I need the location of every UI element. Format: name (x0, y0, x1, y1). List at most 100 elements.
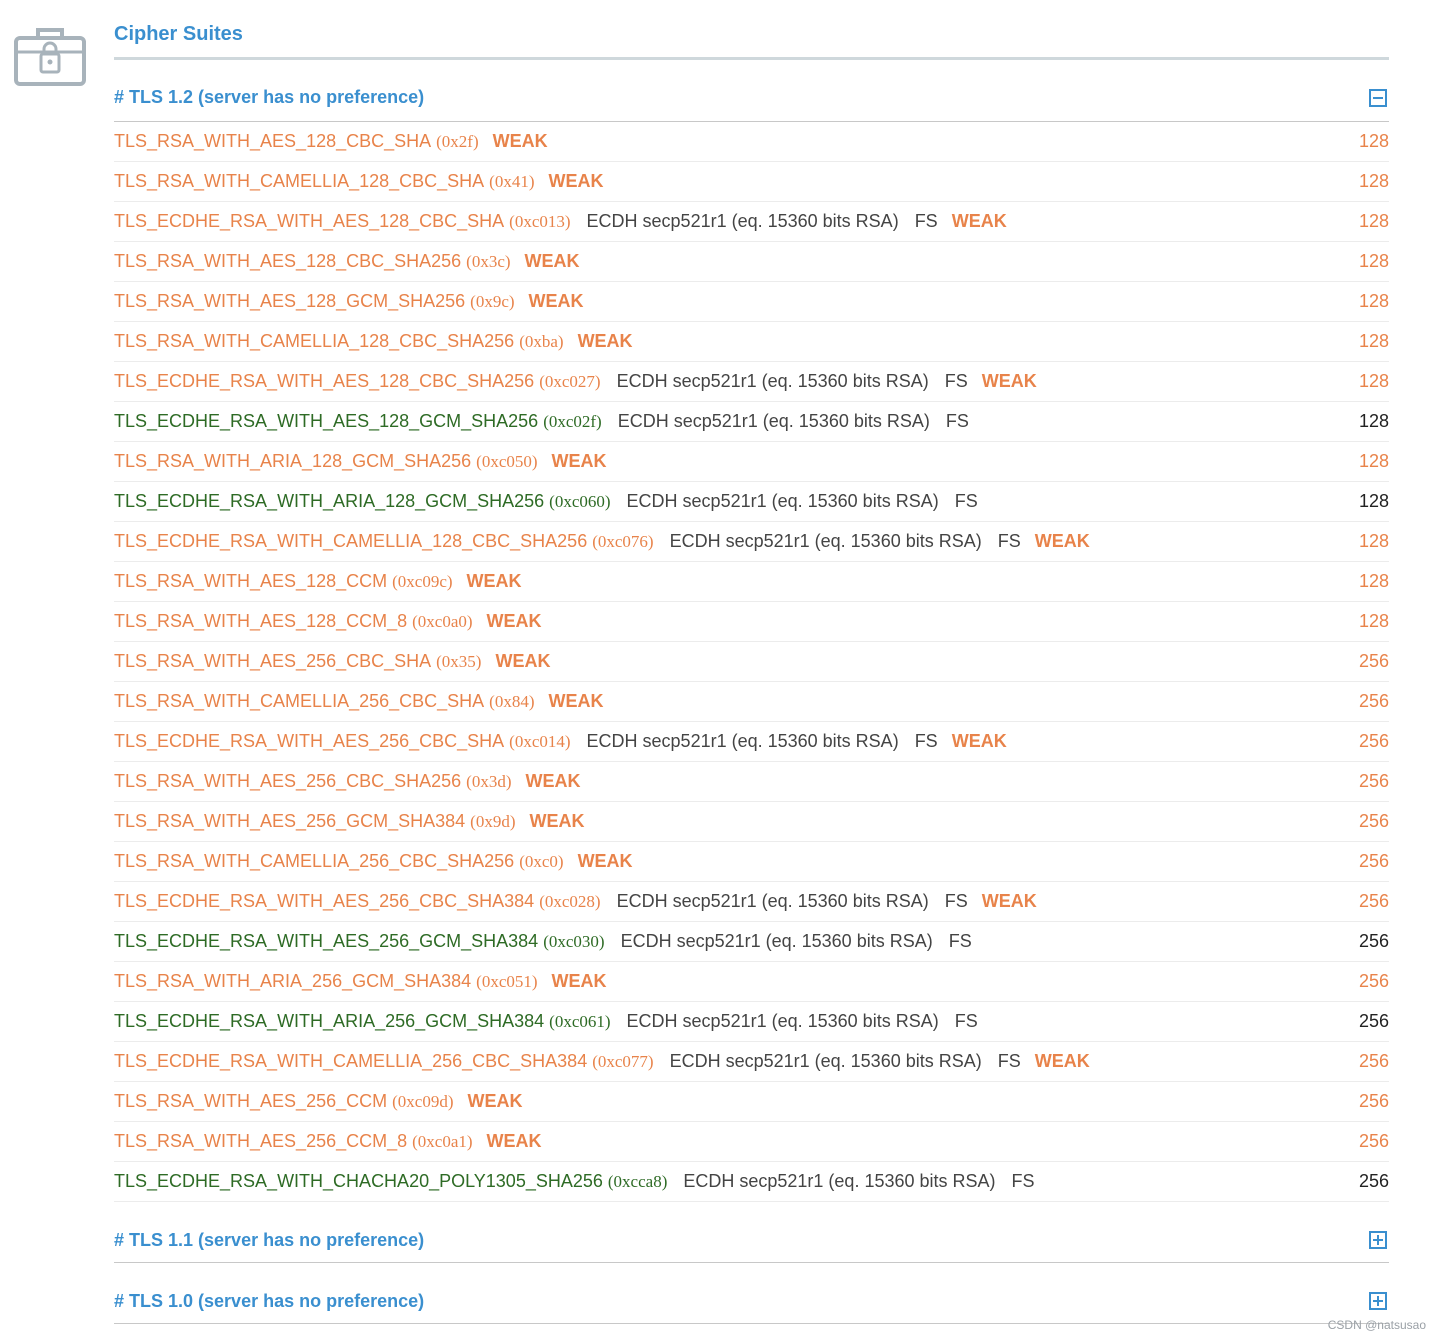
cipher-row: TLS_ECDHE_RSA_WITH_AES_128_CBC_SHA256 (0x… (114, 362, 1389, 402)
cipher-bits: 256 (1358, 971, 1389, 991)
forward-secrecy: FS (945, 411, 969, 431)
protocol-label: # TLS 1.2 (server has no preference) (114, 87, 425, 107)
cipher-name: TLS_ECDHE_RSA_WITH_CAMELLIA_256_CBC_SHA3… (114, 1051, 588, 1071)
cipher-code: (0xc0a0) (412, 611, 473, 631)
cipher-row: TLS_ECDHE_RSA_WITH_CAMELLIA_128_CBC_SHA2… (114, 522, 1389, 562)
cipher-bits: 128 (1358, 571, 1389, 591)
key-exchange: ECDH secp521r1 (eq. 15360 bits RSA) (616, 891, 929, 911)
lock-briefcase-icon (14, 28, 86, 86)
cipher-info: TLS_ECDHE_RSA_WITH_AES_128_CBC_SHA (0xc01… (114, 211, 1007, 232)
cipher-name: TLS_ECDHE_RSA_WITH_ARIA_128_GCM_SHA256 (114, 491, 545, 511)
cipher-row: TLS_ECDHE_RSA_WITH_AES_256_CBC_SHA (0xc01… (114, 722, 1389, 762)
cipher-row: TLS_ECDHE_RSA_WITH_AES_256_CBC_SHA384 (0x… (114, 882, 1389, 922)
cipher-info: TLS_ECDHE_RSA_WITH_AES_256_CBC_SHA384 (0x… (114, 891, 1037, 912)
cipher-code: (0x2f) (436, 131, 479, 151)
cipher-bits: 256 (1358, 651, 1389, 671)
cipher-info: TLS_RSA_WITH_AES_256_GCM_SHA384 (0x9d) WEA… (114, 811, 585, 832)
cipher-info: TLS_RSA_WITH_AES_128_CBC_SHA (0x2f) WEAK (114, 131, 548, 152)
section-title: Cipher Suites (114, 23, 243, 45)
cipher-row: TLS_RSA_WITH_ARIA_128_GCM_SHA256 (0xc050)… (114, 442, 1389, 482)
cipher-info: TLS_RSA_WITH_CAMELLIA_128_CBC_SHA (0x41) W… (114, 171, 603, 192)
forward-secrecy: FS (948, 931, 972, 951)
cipher-row: TLS_ECDHE_RSA_WITH_ARIA_256_GCM_SHA384 (0… (114, 1002, 1389, 1042)
weak-badge: WEAK (548, 691, 604, 711)
cipher-bits: 128 (1358, 411, 1389, 431)
weak-badge: WEAK (548, 171, 604, 191)
cipher-bits: 128 (1358, 331, 1389, 351)
cipher-bits: 256 (1358, 851, 1389, 871)
cipher-code: (0xc051) (476, 971, 538, 991)
cipher-name: TLS_ECDHE_RSA_WITH_AES_128_GCM_SHA256 (114, 411, 539, 431)
weak-badge: WEAK (577, 331, 633, 351)
weak-badge: WEAK (529, 811, 585, 831)
plus-square-icon[interactable] (1369, 1292, 1387, 1310)
weak-badge: WEAK (492, 131, 548, 151)
cipher-info: TLS_ECDHE_RSA_WITH_CAMELLIA_128_CBC_SHA2… (114, 531, 1090, 552)
protocol-header[interactable]: # TLS 1.1 (server has no preference) (114, 1202, 1389, 1263)
cipher-code: (0xc077) (592, 1051, 654, 1071)
cipher-code: (0xc0) (519, 851, 564, 871)
protocol-header[interactable]: # TLS 1.2 (server has no preference) (114, 60, 1389, 122)
cipher-suites-panel: Cipher Suites # TLS 1.2 (server has no p… (114, 0, 1389, 1324)
minus-square-icon[interactable] (1369, 88, 1387, 107)
cipher-bits: 128 (1358, 291, 1389, 311)
key-exchange: ECDH secp521r1 (eq. 15360 bits RSA) (586, 211, 899, 231)
cipher-code: (0xc014) (509, 731, 571, 751)
cipher-row: TLS_RSA_WITH_AES_256_GCM_SHA384 (0x9d) WEA… (114, 802, 1389, 842)
cipher-code: (0x35) (436, 651, 482, 671)
cipher-row: TLS_RSA_WITH_AES_128_GCM_SHA256 (0x9c) WEA… (114, 282, 1389, 322)
cipher-code: (0x3c) (466, 251, 511, 271)
cipher-code: (0xc061) (549, 1011, 611, 1031)
protocol-header[interactable]: # TLS 1.0 (server has no preference) (114, 1263, 1389, 1324)
cipher-bits: 128 (1358, 251, 1389, 271)
cipher-bits: 256 (1358, 771, 1389, 791)
protocol-label: # TLS 1.0 (server has no preference) (114, 1290, 425, 1311)
cipher-row: TLS_RSA_WITH_CAMELLIA_256_CBC_SHA256 (0xc… (114, 842, 1389, 882)
protocol-list: # TLS 1.2 (server has no preference) TLS_… (114, 60, 1389, 1324)
weak-badge: WEAK (981, 371, 1037, 391)
cipher-name: TLS_RSA_WITH_ARIA_256_GCM_SHA384 (114, 971, 472, 991)
cipher-info: TLS_RSA_WITH_AES_128_CCM_8 (0xc0a0) WEAK (114, 611, 542, 632)
cipher-row: TLS_RSA_WITH_AES_256_CBC_SHA256 (0x3d) WEA… (114, 762, 1389, 802)
cipher-code: (0xc060) (549, 491, 611, 511)
cipher-list: TLS_RSA_WITH_AES_128_CBC_SHA (0x2f) WEAK 12… (114, 122, 1389, 1202)
cipher-name: TLS_RSA_WITH_CAMELLIA_256_CBC_SHA (114, 691, 485, 711)
cipher-bits: 256 (1358, 811, 1389, 831)
cipher-bits: 128 (1358, 171, 1389, 191)
cipher-code: (0xc027) (539, 371, 601, 391)
weak-badge: WEAK (951, 211, 1007, 231)
cipher-row: TLS_RSA_WITH_AES_128_CCM_8 (0xc0a0) WEAK 12… (114, 602, 1389, 642)
cipher-info: TLS_ECDHE_RSA_WITH_ARIA_256_GCM_SHA384 (0… (114, 1011, 978, 1032)
cipher-info: TLS_RSA_WITH_AES_128_CCM (0xc09c) WEAK (114, 571, 522, 592)
cipher-info: TLS_RSA_WITH_CAMELLIA_128_CBC_SHA256 (0xb… (114, 331, 633, 352)
plus-square-icon[interactable] (1369, 1231, 1387, 1249)
cipher-code: (0xc013) (509, 211, 571, 231)
cipher-code: (0xc050) (476, 451, 538, 471)
cipher-name: TLS_RSA_WITH_CAMELLIA_128_CBC_SHA256 (114, 331, 515, 351)
key-exchange: ECDH secp521r1 (eq. 15360 bits RSA) (626, 491, 939, 511)
cipher-name: TLS_RSA_WITH_AES_256_CBC_SHA256 (114, 771, 462, 791)
cipher-info: TLS_ECDHE_RSA_WITH_ARIA_128_GCM_SHA256 (0… (114, 491, 978, 512)
cipher-bits: 128 (1358, 371, 1389, 391)
cipher-name: TLS_RSA_WITH_AES_128_GCM_SHA256 (114, 291, 466, 311)
cipher-row: TLS_ECDHE_RSA_WITH_CHACHA20_POLY1305_SHA… (114, 1162, 1389, 1202)
cipher-name: TLS_ECDHE_RSA_WITH_AES_256_CBC_SHA (114, 731, 505, 751)
cipher-name: TLS_ECDHE_RSA_WITH_ARIA_256_GCM_SHA384 (114, 1011, 545, 1031)
weak-badge: WEAK (467, 1091, 523, 1111)
weak-badge: WEAK (577, 851, 633, 871)
cipher-info: TLS_RSA_WITH_AES_128_CBC_SHA256 (0x3c) WEA… (114, 251, 580, 272)
forward-secrecy: FS (997, 531, 1021, 551)
cipher-name: TLS_RSA_WITH_AES_256_CBC_SHA (114, 651, 432, 671)
cipher-info: TLS_RSA_WITH_AES_256_CCM_8 (0xc0a1) WEAK (114, 1131, 542, 1152)
cipher-row: TLS_RSA_WITH_AES_256_CBC_SHA (0x35) WEAK 25… (114, 642, 1389, 682)
cipher-bits: 256 (1358, 931, 1389, 951)
cipher-info: TLS_ECDHE_RSA_WITH_AES_128_GCM_SHA256 (0x… (114, 411, 969, 432)
weak-badge: WEAK (525, 771, 581, 791)
cipher-row: TLS_ECDHE_RSA_WITH_CAMELLIA_256_CBC_SHA3… (114, 1042, 1389, 1082)
cipher-name: TLS_RSA_WITH_AES_128_CBC_SHA256 (114, 251, 462, 271)
cipher-name: TLS_RSA_WITH_CAMELLIA_128_CBC_SHA (114, 171, 485, 191)
cipher-row: TLS_ECDHE_RSA_WITH_AES_128_CBC_SHA (0xc01… (114, 202, 1389, 242)
cipher-bits: 128 (1358, 451, 1389, 471)
cipher-name: TLS_ECDHE_RSA_WITH_AES_128_CBC_SHA (114, 211, 505, 231)
cipher-info: TLS_RSA_WITH_ARIA_128_GCM_SHA256 (0xc050)… (114, 451, 607, 472)
